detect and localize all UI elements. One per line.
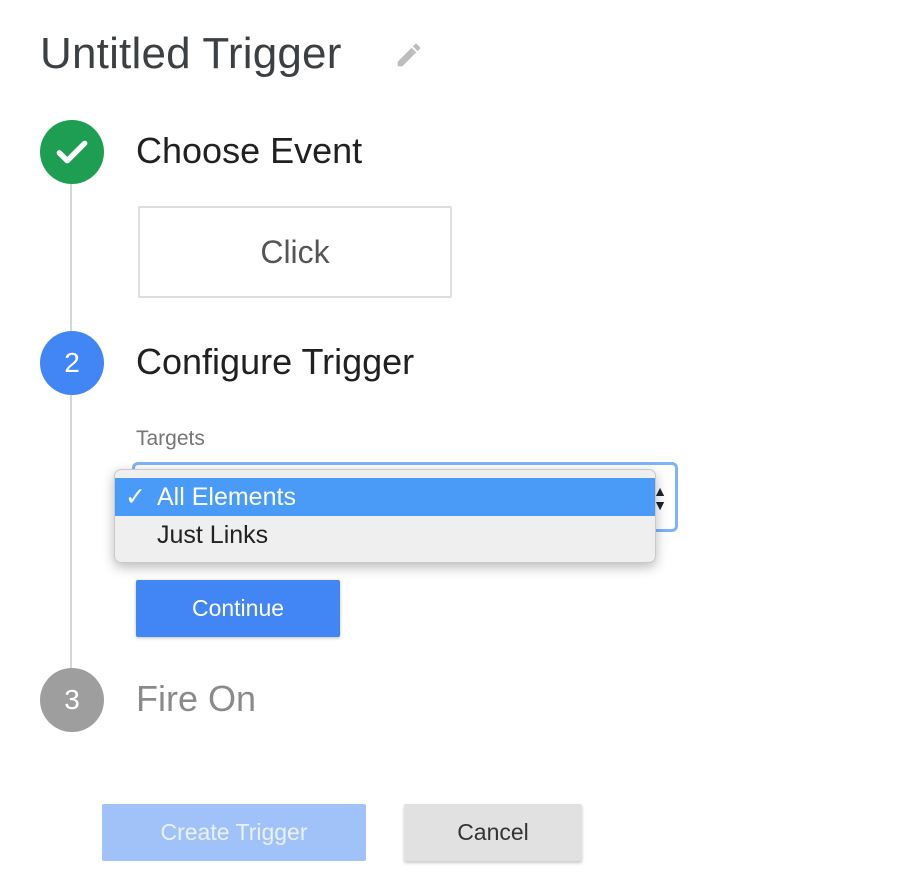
stepper-line [70, 395, 72, 668]
dropdown-option-label: Just Links [157, 521, 269, 549]
event-type-card[interactable]: Click [138, 206, 452, 298]
checkmark-icon: ✓ [125, 483, 146, 511]
create-trigger-button[interactable]: Create Trigger [102, 804, 366, 861]
step-1-complete-marker [40, 120, 104, 184]
cancel-button[interactable]: Cancel [404, 804, 582, 861]
pencil-icon[interactable] [394, 40, 424, 70]
dropdown-option-label: All Elements [157, 483, 296, 511]
targets-label: Targets [136, 427, 205, 450]
step-2-marker: 2 [40, 331, 104, 395]
step-3-number: 3 [64, 684, 80, 715]
check-icon [56, 140, 88, 164]
step-label-configure-trigger: Configure Trigger [136, 341, 415, 382]
step-2-number: 2 [64, 347, 80, 378]
page-title: Untitled Trigger [40, 29, 342, 78]
stepper-line [70, 184, 72, 331]
dropdown-option-all-elements[interactable]: ✓ All Elements [115, 478, 655, 516]
continue-button[interactable]: Continue [136, 580, 340, 637]
step-3-marker: 3 [40, 668, 104, 732]
step-label-choose-event[interactable]: Choose Event [136, 129, 362, 173]
dropdown-option-just-links[interactable]: Just Links [115, 516, 655, 554]
targets-dropdown-menu: ✓ All Elements Just Links [114, 469, 656, 563]
event-type-value: Click [260, 233, 330, 270]
step-label-fire-on: Fire On [136, 678, 257, 719]
